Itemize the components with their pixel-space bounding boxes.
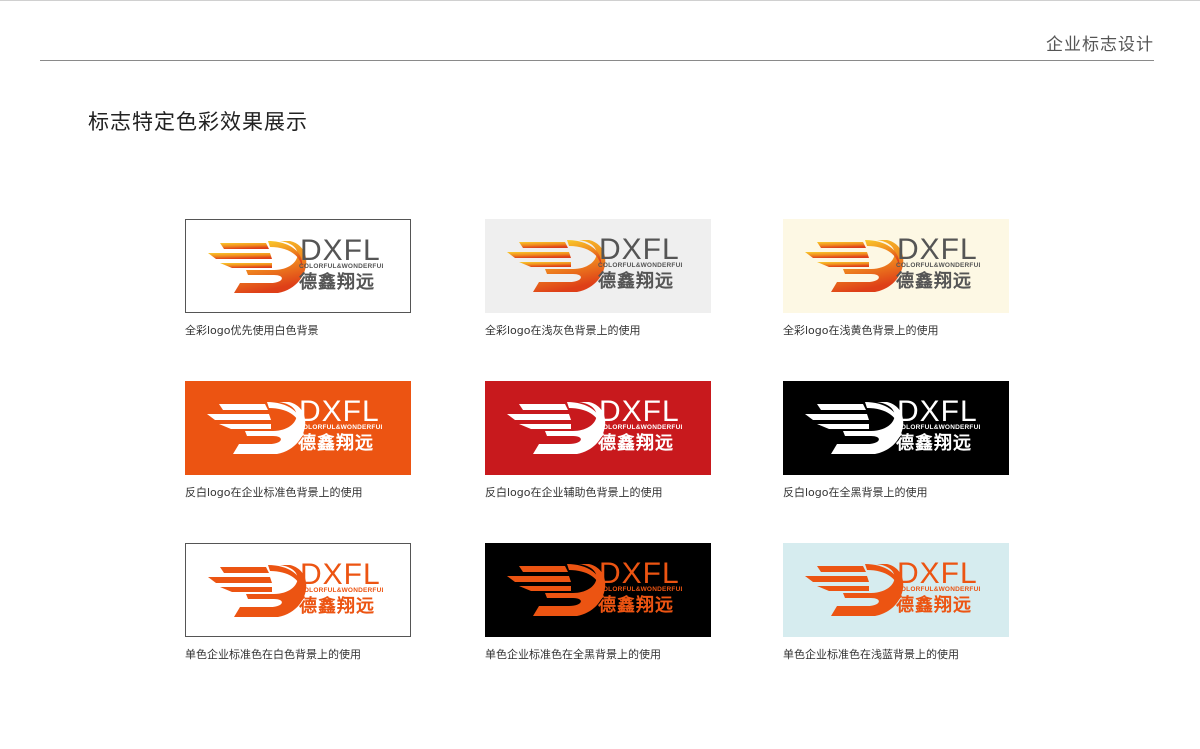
logo-panel: DXFL COLORFUL&WONDERFUL 德鑫翔远 — [185, 381, 411, 475]
logo-tagline: COLORFUL&WONDERFUL — [299, 587, 383, 594]
logo-wordmark: DXFL — [599, 233, 680, 266]
logo-wordmark: DXFL — [599, 557, 680, 590]
logo-tagline: COLORFUL&WONDERFUL — [598, 424, 682, 431]
logo-chinese-name: 德鑫翔远 — [299, 596, 375, 617]
logo-panel: DXFL COLORFUL&WONDERFUL 德鑫翔远 — [485, 381, 711, 475]
logo-card-3: DXFL COLORFUL&WONDERFUL 德鑫翔远 全彩logo在浅黄色背… — [783, 219, 1009, 338]
logo-card-7: DXFL COLORFUL&WONDERFUL 德鑫翔远 单色企业标准色在白色背… — [185, 543, 411, 662]
logo-wordmark: DXFL — [897, 557, 978, 590]
logo-chinese-name: 德鑫翔远 — [598, 271, 674, 292]
logo-card-6: DXFL COLORFUL&WONDERFUL 德鑫翔远 反白logo在全黑背景… — [783, 381, 1009, 500]
logo-panel: DXFL COLORFUL&WONDERFUL 德鑫翔远 — [185, 543, 411, 637]
top-border — [0, 0, 1200, 1]
logo-card-1: DXFL COLORFUL&WONDERFUL 德鑫翔远 全彩logo优先使用白… — [185, 219, 411, 338]
logo-chinese-name: 德鑫翔远 — [896, 595, 972, 616]
logo-wordmark: DXFL — [300, 558, 381, 591]
card-caption: 全彩logo在浅黄色背景上的使用 — [783, 324, 939, 337]
card-caption: 反白logo在企业标准色背景上的使用 — [185, 486, 363, 499]
logo-card-9: DXFL COLORFUL&WONDERFUL 德鑫翔远 单色企业标准色在浅蓝背… — [783, 543, 1009, 662]
logo-card-2: DXFL COLORFUL&WONDERFUL 德鑫翔远 全彩logo在浅灰色背… — [485, 219, 711, 338]
page-title: 标志特定色彩效果展示 — [88, 110, 308, 134]
logo-chinese-name: 德鑫翔远 — [896, 433, 972, 454]
logo-card-8: DXFL COLORFUL&WONDERFUL 德鑫翔远 单色企业标准色在全黑背… — [485, 543, 711, 662]
logo-panel: DXFL COLORFUL&WONDERFUL 德鑫翔远 — [783, 543, 1009, 637]
header-divider — [40, 60, 1154, 61]
card-caption: 全彩logo优先使用白色背景 — [185, 324, 319, 337]
card-caption: 单色企业标准色在浅蓝背景上的使用 — [783, 648, 959, 661]
logo-tagline: COLORFUL&WONDERFUL — [598, 586, 682, 593]
logo-panel: DXFL COLORFUL&WONDERFUL 德鑫翔远 — [485, 543, 711, 637]
logo-tagline: COLORFUL&WONDERFUL — [299, 263, 383, 270]
logo-wordmark: DXFL — [599, 395, 680, 428]
header-title: 企业标志设计 — [1046, 35, 1154, 55]
logo-wordmark: DXFL — [299, 395, 380, 428]
logo-panel: DXFL COLORFUL&WONDERFUL 德鑫翔远 — [783, 219, 1009, 313]
logo-chinese-name: 德鑫翔远 — [299, 272, 375, 293]
card-caption: 单色企业标准色在全黑背景上的使用 — [485, 648, 661, 661]
logo-card-5: DXFL COLORFUL&WONDERFUL 德鑫翔远 反白logo在企业辅助… — [485, 381, 711, 500]
logo-panel: DXFL COLORFUL&WONDERFUL 德鑫翔远 — [185, 219, 411, 313]
logo-card-4: DXFL COLORFUL&WONDERFUL 德鑫翔远 反白logo在企业标准… — [185, 381, 411, 500]
logo-chinese-name: 德鑫翔远 — [298, 433, 374, 454]
card-caption: 全彩logo在浅灰色背景上的使用 — [485, 324, 641, 337]
card-caption: 反白logo在企业辅助色背景上的使用 — [485, 486, 663, 499]
logo-tagline: COLORFUL&WONDERFUL — [298, 424, 382, 431]
card-caption: 反白logo在全黑背景上的使用 — [783, 486, 928, 499]
logo-tagline: COLORFUL&WONDERFUL — [896, 262, 980, 269]
logo-tagline: COLORFUL&WONDERFUL — [896, 586, 980, 593]
logo-chinese-name: 德鑫翔远 — [598, 595, 674, 616]
logo-wordmark: DXFL — [897, 233, 978, 266]
logo-panel: DXFL COLORFUL&WONDERFUL 德鑫翔远 — [783, 381, 1009, 475]
logo-wordmark: DXFL — [300, 234, 381, 267]
logo-panel: DXFL COLORFUL&WONDERFUL 德鑫翔远 — [485, 219, 711, 313]
logo-tagline: COLORFUL&WONDERFUL — [598, 262, 682, 269]
logo-wordmark: DXFL — [897, 395, 978, 428]
logo-chinese-name: 德鑫翔远 — [896, 271, 972, 292]
card-caption: 单色企业标准色在白色背景上的使用 — [185, 648, 361, 661]
logo-chinese-name: 德鑫翔远 — [598, 433, 674, 454]
logo-tagline: COLORFUL&WONDERFUL — [896, 424, 980, 431]
